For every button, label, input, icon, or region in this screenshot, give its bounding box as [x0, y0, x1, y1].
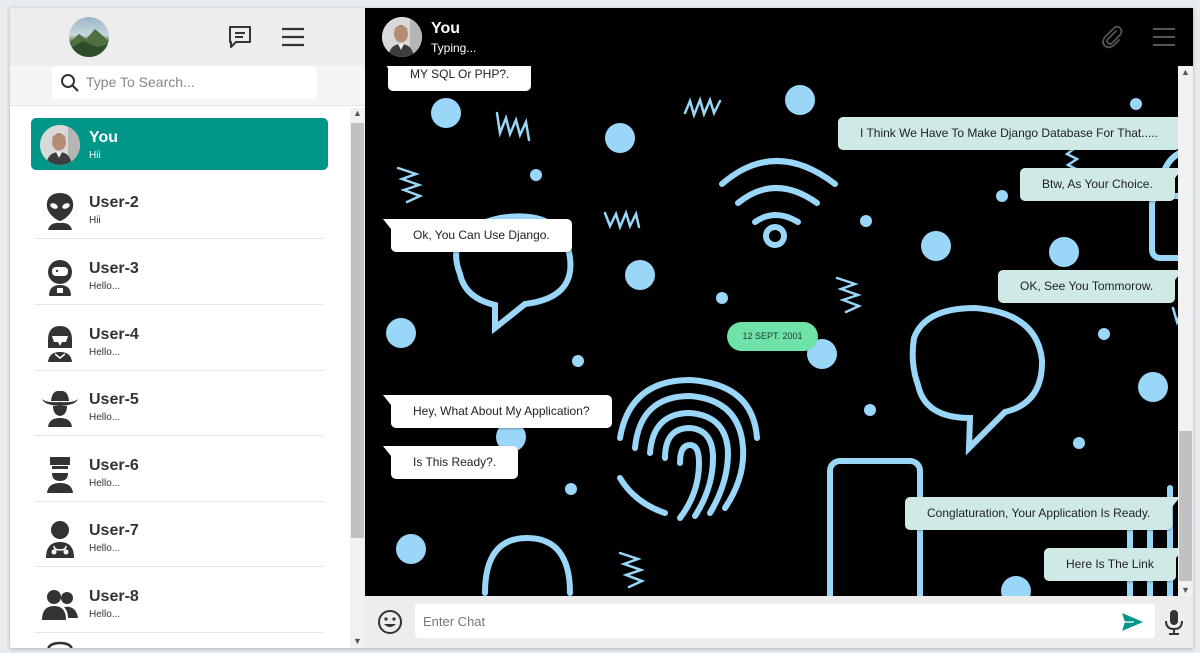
helmet-icon	[48, 326, 72, 362]
chat-input-box	[415, 604, 1155, 638]
sidebar: You Hii User-2 Hii	[10, 8, 365, 648]
divider	[35, 238, 324, 239]
contact-name: User-8	[89, 588, 139, 605]
search-bar	[10, 66, 365, 106]
message-outgoing: I Think We Have To Make Django Database …	[838, 117, 1188, 150]
attachment-icon[interactable]	[1099, 24, 1125, 50]
divider	[35, 435, 324, 436]
menu-icon[interactable]	[279, 23, 307, 51]
chat-header: You Typing...	[365, 8, 1193, 66]
scroll-up-icon[interactable]: ▲	[353, 108, 362, 118]
sidebar-header	[10, 8, 365, 66]
contact-last-message: Hello...	[89, 478, 121, 489]
alien-icon	[46, 193, 74, 230]
date-badge: 12 SEPT. 2001	[727, 322, 818, 351]
contact-name: User-5	[89, 391, 139, 408]
contact-name: User-4	[89, 326, 139, 343]
contact-last-message: Hii	[89, 150, 101, 161]
chat-contact-avatar[interactable]	[382, 17, 422, 57]
contact-name: User-3	[89, 260, 139, 277]
chat-contact-name: You	[431, 20, 461, 37]
message-incoming: Hey, What About My Application?	[383, 395, 612, 428]
doctor-icon	[46, 521, 74, 558]
message-outgoing: Btw, As Your Choice.	[1020, 168, 1183, 201]
search-input[interactable]	[86, 70, 306, 94]
contact-item-user-3[interactable]: User-3 Hello...	[31, 249, 328, 305]
contact-name: You	[89, 129, 119, 146]
chat-contact-status: Typing...	[431, 41, 477, 55]
scroll-down-icon[interactable]: ▼	[353, 636, 362, 646]
contact-item-user-6[interactable]: User-6 Hello...	[31, 446, 328, 502]
contact-last-message: Hii	[89, 215, 101, 226]
contact-last-message: Hello...	[89, 347, 121, 358]
scrollbar-thumb[interactable]	[1179, 431, 1192, 581]
message-area: MY SQL Or PHP?. I Think We Have To Make …	[365, 58, 1188, 596]
contact-avatar	[40, 125, 80, 165]
chat-menu-icon[interactable]	[1151, 24, 1177, 50]
contact-item-user-5[interactable]: User-5 Hello...	[31, 380, 328, 436]
contact-name: User-6	[89, 457, 139, 474]
contact-name: User-7	[89, 522, 139, 539]
contact-item-you[interactable]: You Hii	[31, 118, 328, 170]
contact-item-user-4[interactable]: User-4 Hello...	[31, 315, 328, 371]
message-outgoing: Here Is The Link	[1044, 548, 1184, 581]
scrollbar-thumb[interactable]	[351, 123, 364, 538]
message-outgoing: Conglaturation, Your Application Is Read…	[905, 497, 1181, 530]
police-icon	[47, 457, 73, 493]
chat-panel: You Typing... MY SQL Or PHP?. I Think We…	[365, 8, 1193, 648]
users-icon	[42, 590, 78, 620]
contact-last-message: Hello...	[89, 281, 121, 292]
microphone-icon[interactable]	[1162, 608, 1186, 636]
my-avatar[interactable]	[69, 17, 109, 57]
message-incoming: Is This Ready?.	[382, 446, 519, 479]
chat-input-bar	[365, 596, 1193, 648]
contact-item-user-8[interactable]: User-8 Hello...	[31, 577, 328, 633]
message-outgoing: OK, See You Tommorow.	[998, 270, 1184, 303]
contact-avatar-partial	[47, 641, 73, 648]
contact-last-message: Hello...	[89, 412, 121, 423]
divider	[35, 566, 324, 567]
new-chat-icon[interactable]	[226, 23, 254, 51]
search-icon	[61, 74, 79, 92]
contact-last-message: Hello...	[89, 543, 121, 554]
contact-name: User-2	[89, 194, 139, 211]
scroll-down-icon[interactable]: ▼	[1181, 585, 1190, 595]
divider	[35, 632, 324, 633]
send-icon[interactable]	[1120, 610, 1144, 634]
search-box	[52, 66, 317, 99]
contact-last-message: Hello...	[89, 609, 121, 620]
astronaut-icon	[48, 260, 72, 296]
divider	[35, 501, 324, 502]
contact-list: You Hii User-2 Hii User-3 Hello... User-…	[10, 108, 350, 648]
contact-item-user-2[interactable]: User-2 Hii	[31, 183, 328, 239]
contact-item-user-7[interactable]: User-7 Hello...	[31, 511, 328, 567]
cowboy-icon	[42, 390, 78, 427]
divider	[35, 370, 324, 371]
message-incoming: Ok, You Can Use Django.	[383, 219, 572, 252]
sidebar-scrollbar[interactable]: ▲ ▼	[350, 108, 365, 648]
chat-input[interactable]	[423, 609, 1113, 633]
divider	[35, 304, 324, 305]
scroll-up-icon[interactable]: ▲	[1181, 67, 1190, 77]
chat-scrollbar[interactable]: ▲ ▼	[1178, 66, 1193, 596]
emoji-icon[interactable]	[377, 609, 403, 635]
app-window: You Hii User-2 Hii	[10, 8, 1193, 648]
